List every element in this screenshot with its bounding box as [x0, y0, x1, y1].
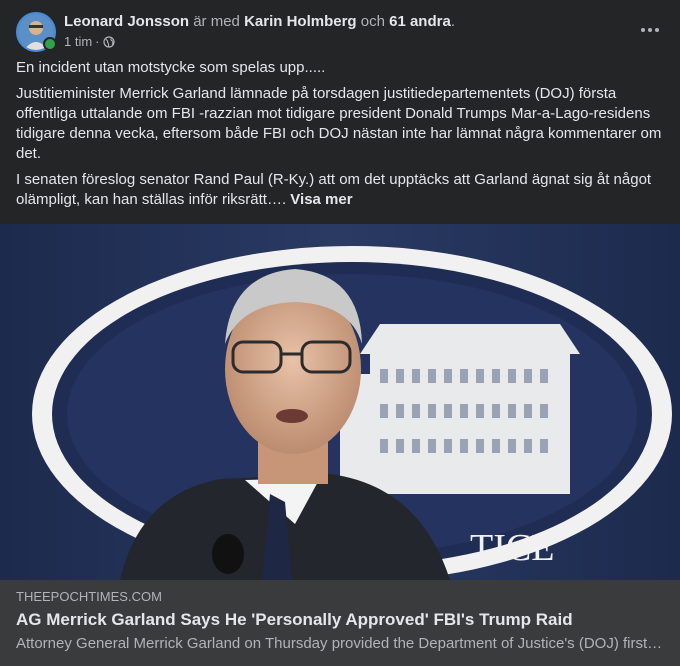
- tagged-others[interactable]: 61 andra: [389, 13, 451, 30]
- link-domain: THEEPOCHTIMES.COM: [16, 589, 162, 604]
- post-time[interactable]: 1 tim: [64, 33, 92, 51]
- see-more-link[interactable]: Visa mer: [290, 191, 352, 208]
- link-preview-image[interactable]: TICE: [0, 224, 680, 580]
- post-body: En incident utan motstycke som spelas up…: [16, 58, 664, 216]
- press-conference-photo: TICE: [0, 224, 680, 580]
- header-text: Leonard Jonsson är med Karin Holmberg oc…: [64, 12, 455, 51]
- post-paragraph-last: I senaten föreslog senator Rand Paul (R-…: [16, 170, 664, 210]
- name-line: Leonard Jonsson är med Karin Holmberg oc…: [64, 12, 455, 32]
- link-preview[interactable]: THEEPOCHTIMES.COM AG Merrick Garland Say…: [0, 580, 680, 666]
- more-options-button[interactable]: [632, 14, 668, 42]
- post-paragraph: En incident utan motstycke som spelas up…: [16, 59, 326, 76]
- period: .: [450, 13, 455, 30]
- meta-separator: ·: [95, 34, 100, 49]
- author-avatar-wrap[interactable]: [16, 12, 57, 52]
- feed-post: Leonard Jonsson är med Karin Holmberg oc…: [0, 0, 680, 666]
- globe-icon[interactable]: [102, 36, 115, 48]
- online-status-dot: [43, 37, 57, 51]
- link-description: Attorney General Merrick Garland on Thur…: [16, 635, 664, 652]
- and-text: och: [360, 13, 385, 30]
- author-name[interactable]: Leonard Jonsson: [64, 13, 189, 30]
- more-options-icon: [640, 19, 661, 37]
- seal-text: TICE: [470, 527, 554, 569]
- meta-line: 1 tim ·: [64, 33, 455, 51]
- with-text: är med: [193, 13, 240, 30]
- post-header: Leonard Jonsson är med Karin Holmberg oc…: [16, 12, 664, 52]
- tagged-user[interactable]: Karin Holmberg: [244, 13, 357, 30]
- link-title[interactable]: AG Merrick Garland Says He 'Personally A…: [16, 609, 664, 631]
- post-paragraph: Justitieminister Merrick Garland lämnade…: [16, 85, 662, 162]
